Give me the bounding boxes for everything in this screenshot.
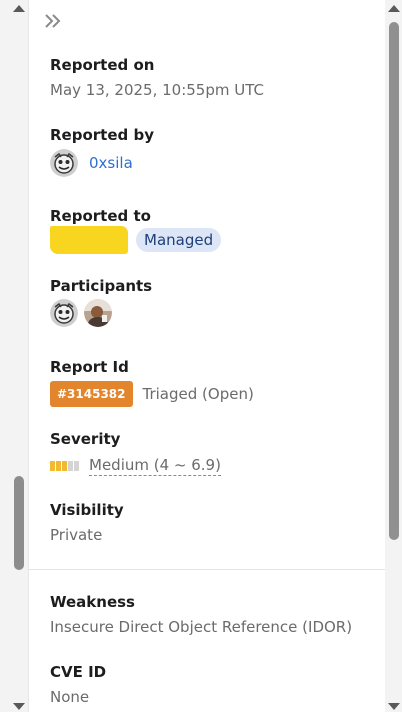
visibility-field: Visibility Private xyxy=(50,500,124,545)
report-status: Triaged (Open) xyxy=(142,385,254,403)
reporter-avatar[interactable] xyxy=(50,149,78,177)
severity-segment xyxy=(56,460,61,471)
participant-avatar[interactable] xyxy=(84,299,112,327)
severity-value[interactable]: Medium (4 ~ 6.9) xyxy=(89,455,221,476)
scrollbar-thumb[interactable] xyxy=(14,476,24,570)
participants-label: Participants xyxy=(50,277,153,295)
managed-badge: Managed xyxy=(136,228,222,252)
report-id-badge[interactable]: #3145382 xyxy=(50,381,133,407)
scroll-up-arrow-icon[interactable] xyxy=(13,5,25,12)
double-chevron-right-icon[interactable] xyxy=(43,12,63,30)
participant-avatar[interactable] xyxy=(50,299,78,327)
reported-on-field: Reported on May 13, 2025, 10:55pm UTC xyxy=(50,55,264,100)
weakness-label: Weakness xyxy=(50,593,135,611)
reported-by-label: Reported by xyxy=(50,126,154,144)
severity-label: Severity xyxy=(50,430,121,448)
right-scrollbar[interactable] xyxy=(385,0,402,712)
severity-meter xyxy=(50,460,79,471)
visibility-value: Private xyxy=(50,526,103,544)
reported-to-label: Reported to xyxy=(50,207,151,225)
cve-value: None xyxy=(50,688,90,706)
severity-segment xyxy=(50,460,55,471)
cve-field: CVE ID None xyxy=(50,662,106,707)
scroll-down-arrow-icon[interactable] xyxy=(388,703,400,710)
severity-field: Severity Medium (4 ~ 6.9) xyxy=(50,429,221,476)
visibility-label: Visibility xyxy=(50,501,124,519)
severity-segment xyxy=(62,460,67,471)
reported-to-field: Reported to Managed xyxy=(50,206,222,254)
section-divider xyxy=(29,569,386,570)
report-details-panel: Reported on May 13, 2025, 10:55pm UTC Re… xyxy=(28,0,386,712)
reporter-username-link[interactable]: 0xsila xyxy=(89,154,133,172)
cve-label: CVE ID xyxy=(50,663,107,681)
reported-on-value: May 13, 2025, 10:55pm UTC xyxy=(50,81,264,99)
left-scrollbar[interactable] xyxy=(0,0,28,712)
severity-segment xyxy=(68,460,73,471)
scroll-up-arrow-icon[interactable] xyxy=(388,5,400,12)
weakness-field: Weakness Insecure Direct Object Referenc… xyxy=(50,592,352,637)
weakness-value: Insecure Direct Object Reference (IDOR) xyxy=(50,618,353,636)
redacted-program-name xyxy=(50,226,128,254)
report-id-field: Report Id #3145382 Triaged (Open) xyxy=(50,357,254,407)
participants-field: Participants xyxy=(50,276,152,327)
scroll-down-arrow-icon[interactable] xyxy=(13,703,25,710)
report-id-label: Report Id xyxy=(50,358,129,376)
reported-by-field: Reported by 0xsila xyxy=(50,125,154,177)
scrollbar-thumb[interactable] xyxy=(389,22,399,540)
reported-on-label: Reported on xyxy=(50,56,155,74)
severity-segment xyxy=(74,460,79,471)
